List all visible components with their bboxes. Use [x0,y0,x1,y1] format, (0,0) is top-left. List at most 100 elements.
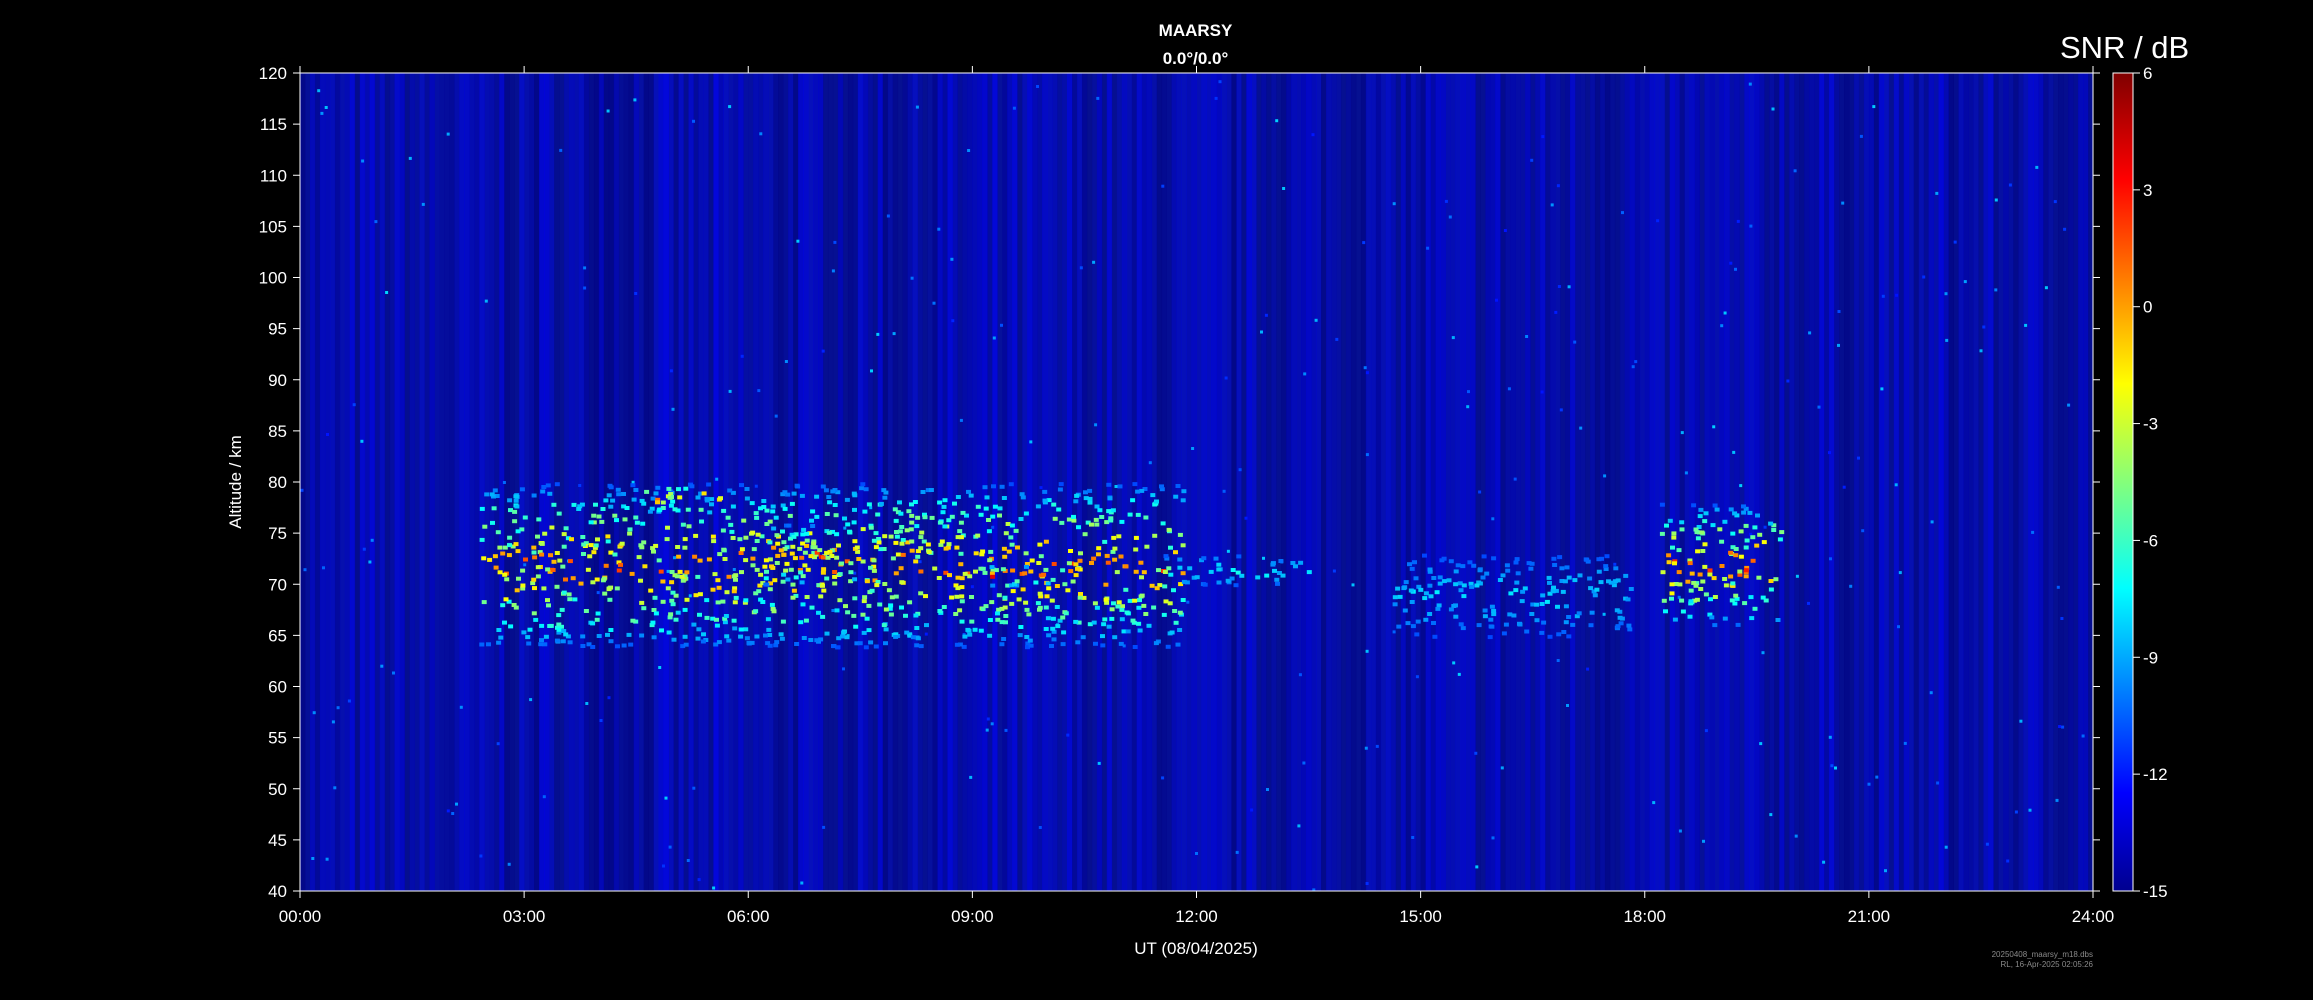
noise-speck [1238,468,1242,472]
noise-column [329,73,336,891]
noise-column [698,73,704,891]
echo-cell [676,487,681,492]
y-tick-label: 55 [268,729,287,748]
echo-cell [1453,569,1459,574]
echo-cell [918,535,924,540]
echo-cell [621,643,627,648]
echo-cell [1087,488,1093,493]
noise-speck [599,719,603,722]
echo-cell [960,510,966,515]
echo-cell [1503,622,1509,627]
noise-column [713,73,719,891]
echo-cell [675,545,681,549]
noise-speck [1822,860,1826,864]
echo-cell [978,512,984,517]
noise-column [753,73,759,891]
noise-column [1545,73,1551,891]
echo-cell [761,499,767,503]
x-tick-label: 15:00 [1399,907,1442,926]
noise-speck [317,89,321,93]
echo-cell [995,617,1001,622]
colorbar-ticks: 630-3-6-9-12-15 [2133,64,2168,901]
echo-cell [1519,599,1525,604]
echo-cell [698,507,704,512]
echo-cell [504,577,510,582]
noise-column [608,73,615,891]
echo-cell [545,483,551,488]
echo-cell [630,483,636,488]
echo-cell [1016,597,1022,602]
noise-column [1849,73,1855,891]
noise-column [648,73,654,891]
echo-cell [1162,570,1168,574]
echo-cell [1138,560,1144,565]
noise-column [1654,73,1661,891]
echo-cell [1022,571,1028,576]
echo-cell [1728,507,1734,512]
echo-cell [641,501,647,506]
echo-cell [1669,596,1674,601]
echo-cell [726,638,732,643]
echo-cell [955,586,961,591]
echo-cell [888,603,894,608]
echo-cell [677,495,683,500]
echo-cell [1414,632,1420,637]
noise-column [1814,73,1820,891]
echo-cell [571,502,577,507]
noise-speck [1244,516,1248,520]
echo-cell [1627,627,1633,632]
echo-cell [790,595,796,600]
echo-cell [1177,532,1183,537]
noise-speck [421,202,425,206]
echo-cell [914,643,920,648]
echo-cell [1570,622,1576,627]
echo-cell [540,489,546,494]
echo-cell [1066,561,1072,566]
echo-cell [1413,576,1419,581]
noise-column [1405,73,1412,891]
echo-cell [1659,531,1665,536]
echo-cell [1666,553,1672,558]
echo-cell [700,639,706,644]
noise-speck [1985,842,1989,846]
echo-cell [860,612,866,617]
noise-column [1111,73,1118,891]
echo-cell [1137,598,1142,603]
echo-cell [990,574,996,579]
noise-column [1276,73,1282,891]
noise-speck [664,796,668,800]
noise-column [793,73,799,891]
noise-column [1585,73,1591,891]
echo-cell [1035,504,1041,509]
echo-cell [1484,571,1490,576]
echo-cell [866,628,872,633]
noise-speck [1936,781,1940,785]
echo-cell [932,566,938,571]
echo-cell [743,627,749,632]
echo-cell [995,611,1000,616]
noise-column [1824,73,1830,891]
echo-cell [1023,551,1029,556]
echo-cell [1171,588,1176,593]
echo-cell [986,518,991,522]
echo-cell [614,518,619,523]
noise-speck [918,560,922,564]
echo-cell [543,634,549,639]
noise-speck [1807,601,1810,605]
noise-column [1400,73,1407,891]
echo-cell [628,642,634,647]
echo-cell [1707,568,1713,573]
noise-speck [1491,517,1495,521]
noise-column [1017,73,1023,891]
echo-cell [733,577,738,582]
echo-cell [1094,504,1100,509]
noise-speck [673,556,676,560]
echo-cell [943,546,949,551]
echo-cell [600,507,606,511]
echo-cell [788,567,794,572]
noise-column [2063,73,2069,891]
noise-speck [333,786,337,790]
echo-cell [842,516,847,521]
noise-column [1191,73,1197,891]
echo-cell [743,558,749,563]
